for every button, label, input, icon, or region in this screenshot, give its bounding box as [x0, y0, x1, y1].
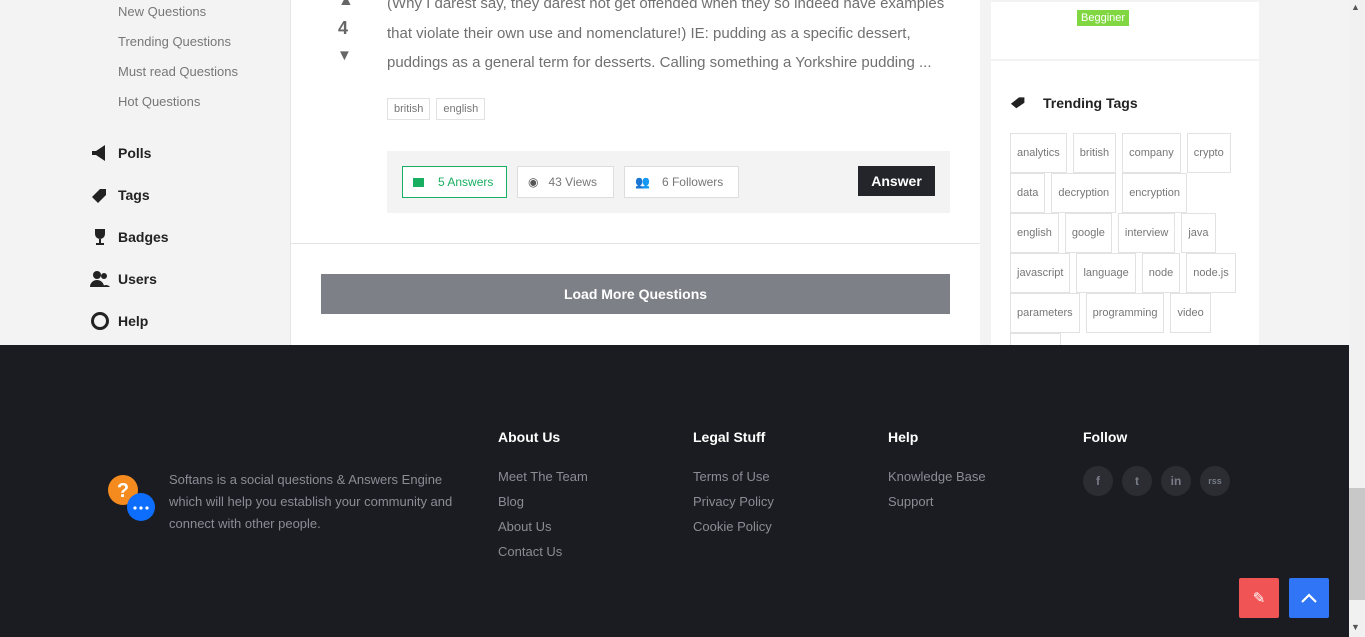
column-title: Follow [1083, 429, 1128, 445]
label: Help [118, 313, 149, 329]
trophy-icon [95, 229, 105, 245]
tag[interactable]: node [1141, 253, 1181, 293]
line: which will help you establish your commu… [169, 494, 453, 509]
answers-count-button[interactable]: 5 Answers [402, 166, 507, 198]
logo-icon: ? [108, 475, 155, 521]
question-excerpt: that violate their own use and nomenclat… [387, 25, 911, 42]
main-content: ▲ 4 ▼ (Why I darest say, they darest not… [291, 0, 980, 345]
lifebuoy-icon [91, 312, 109, 330]
sidebar-item-badges[interactable]: Badges [90, 227, 169, 247]
rss-icon[interactable]: rss [1200, 466, 1230, 496]
footer-link[interactable]: Terms of Use [693, 469, 770, 484]
tag[interactable]: british [387, 98, 431, 120]
label: 5 Answers [438, 175, 494, 189]
tag[interactable]: video [1170, 293, 1211, 333]
widget-title: Trending Tags [1043, 95, 1138, 111]
tag[interactable]: parameters [1010, 293, 1080, 333]
downvote-icon[interactable]: ▼ [337, 47, 352, 64]
footer-link[interactable]: Meet The Team [498, 469, 588, 484]
line: Softans is a social questions & Answers … [169, 472, 443, 487]
footer: ? Softans is a social questions & Answer… [0, 345, 1349, 637]
divider [291, 243, 980, 244]
nav-must-read-questions[interactable]: Must read Questions [118, 64, 238, 79]
tag[interactable]: british [1072, 133, 1117, 173]
user-widget: Begginer [991, 2, 1259, 59]
label: 6 Followers [661, 175, 724, 189]
question-excerpt: (Why I darest say, they darest not get o… [387, 0, 945, 12]
label: Tags [118, 187, 150, 203]
line: connect with other people. [169, 516, 321, 531]
tag[interactable]: company [1122, 133, 1181, 173]
scrollbar[interactable]: ▲ ▼ [1349, 0, 1365, 637]
sidebar-item-tags[interactable]: Tags [90, 185, 150, 205]
question-footer: 5 Answers ◉ 43 Views 👥 6 Followers Answer [387, 151, 950, 213]
label: Polls [118, 145, 152, 161]
footer-link[interactable]: Knowledge Base [888, 469, 986, 484]
tag-cloud: analytics british company crypto data decrypt… [1010, 133, 1245, 373]
scrollbar-thumb[interactable] [1349, 488, 1365, 600]
column-title: Legal Stuff [693, 429, 766, 445]
facebook-icon[interactable]: f [1083, 466, 1113, 496]
tag[interactable]: crypto [1186, 133, 1231, 173]
twitter-icon[interactable]: t [1122, 466, 1152, 496]
linkedin-icon[interactable]: in [1161, 466, 1191, 496]
answer-button[interactable]: Answer [858, 166, 935, 196]
vote-count: 4 [338, 18, 349, 38]
nav-new-questions[interactable]: New Questions [118, 4, 206, 19]
upvote-icon[interactable]: ▲ [338, 0, 354, 10]
pencil-icon: ✎ [1252, 590, 1266, 607]
column-title: About Us [498, 429, 561, 445]
tag[interactable]: analytics [1010, 133, 1067, 173]
label: Users [118, 271, 157, 287]
comment-icon [413, 177, 424, 187]
views-count: ◉ 43 Views [517, 166, 614, 198]
nav-hot-questions[interactable]: Hot Questions [118, 94, 200, 109]
trending-tags-widget: Trending Tags analytics british company cry… [991, 61, 1259, 373]
followers-count: 👥 6 Followers [624, 166, 739, 198]
tag[interactable]: data [1010, 173, 1046, 213]
scroll-up-arrow[interactable]: ▲ [1351, 2, 1360, 12]
svg-text:?: ? [117, 480, 129, 502]
ask-question-button[interactable]: ✎ [1239, 578, 1279, 618]
chevron-up-icon [1301, 593, 1317, 603]
tag[interactable]: node.js [1186, 253, 1236, 293]
footer-link[interactable]: Privacy Policy [693, 494, 774, 509]
tag[interactable]: language [1076, 253, 1136, 293]
tag[interactable]: java [1181, 213, 1216, 253]
sidebar-item-users[interactable]: Users [90, 269, 157, 289]
eye-icon: ◉ [528, 175, 539, 189]
footer-link[interactable]: About Us [498, 519, 551, 534]
tag-icon [1010, 97, 1025, 109]
tag[interactable]: english [436, 98, 486, 120]
footer-link[interactable]: Contact Us [498, 544, 562, 559]
users-icon: 👥 [635, 175, 650, 189]
footer-link[interactable]: Blog [498, 494, 524, 509]
label: Badges [118, 229, 169, 245]
megaphone-icon [92, 145, 105, 161]
tag-icon [92, 189, 106, 203]
left-sidebar: New Questions Trending Questions Must re… [0, 0, 291, 345]
question-excerpt: puddings as a general term for desserts.… [387, 54, 932, 71]
tag[interactable]: interview [1117, 213, 1176, 253]
load-more-button[interactable]: Load More Questions [321, 274, 950, 314]
tag[interactable]: javascript [1010, 253, 1071, 293]
scroll-top-button[interactable] [1289, 578, 1329, 618]
tag[interactable]: google [1064, 213, 1112, 253]
sidebar-item-help[interactable]: Help [90, 311, 148, 331]
nav-trending-questions[interactable]: Trending Questions [118, 34, 231, 49]
column-title: Help [888, 429, 919, 445]
about-text: Softans is a social questions & Answers … [169, 469, 452, 535]
scroll-down-arrow[interactable]: ▼ [1351, 622, 1360, 632]
footer-link[interactable]: Support [888, 494, 934, 509]
sidebar-item-polls[interactable]: Polls [90, 143, 151, 163]
badge: Begginer [1077, 10, 1130, 26]
tag[interactable]: programming [1085, 293, 1165, 333]
label: 43 Views [548, 175, 597, 189]
footer-link[interactable]: Cookie Policy [693, 519, 772, 534]
tag[interactable]: encryption [1122, 173, 1187, 213]
tag[interactable]: english [1010, 213, 1059, 253]
users-icon [90, 271, 110, 287]
question-tags: british english [387, 98, 491, 120]
tag[interactable]: decryption [1051, 173, 1117, 213]
